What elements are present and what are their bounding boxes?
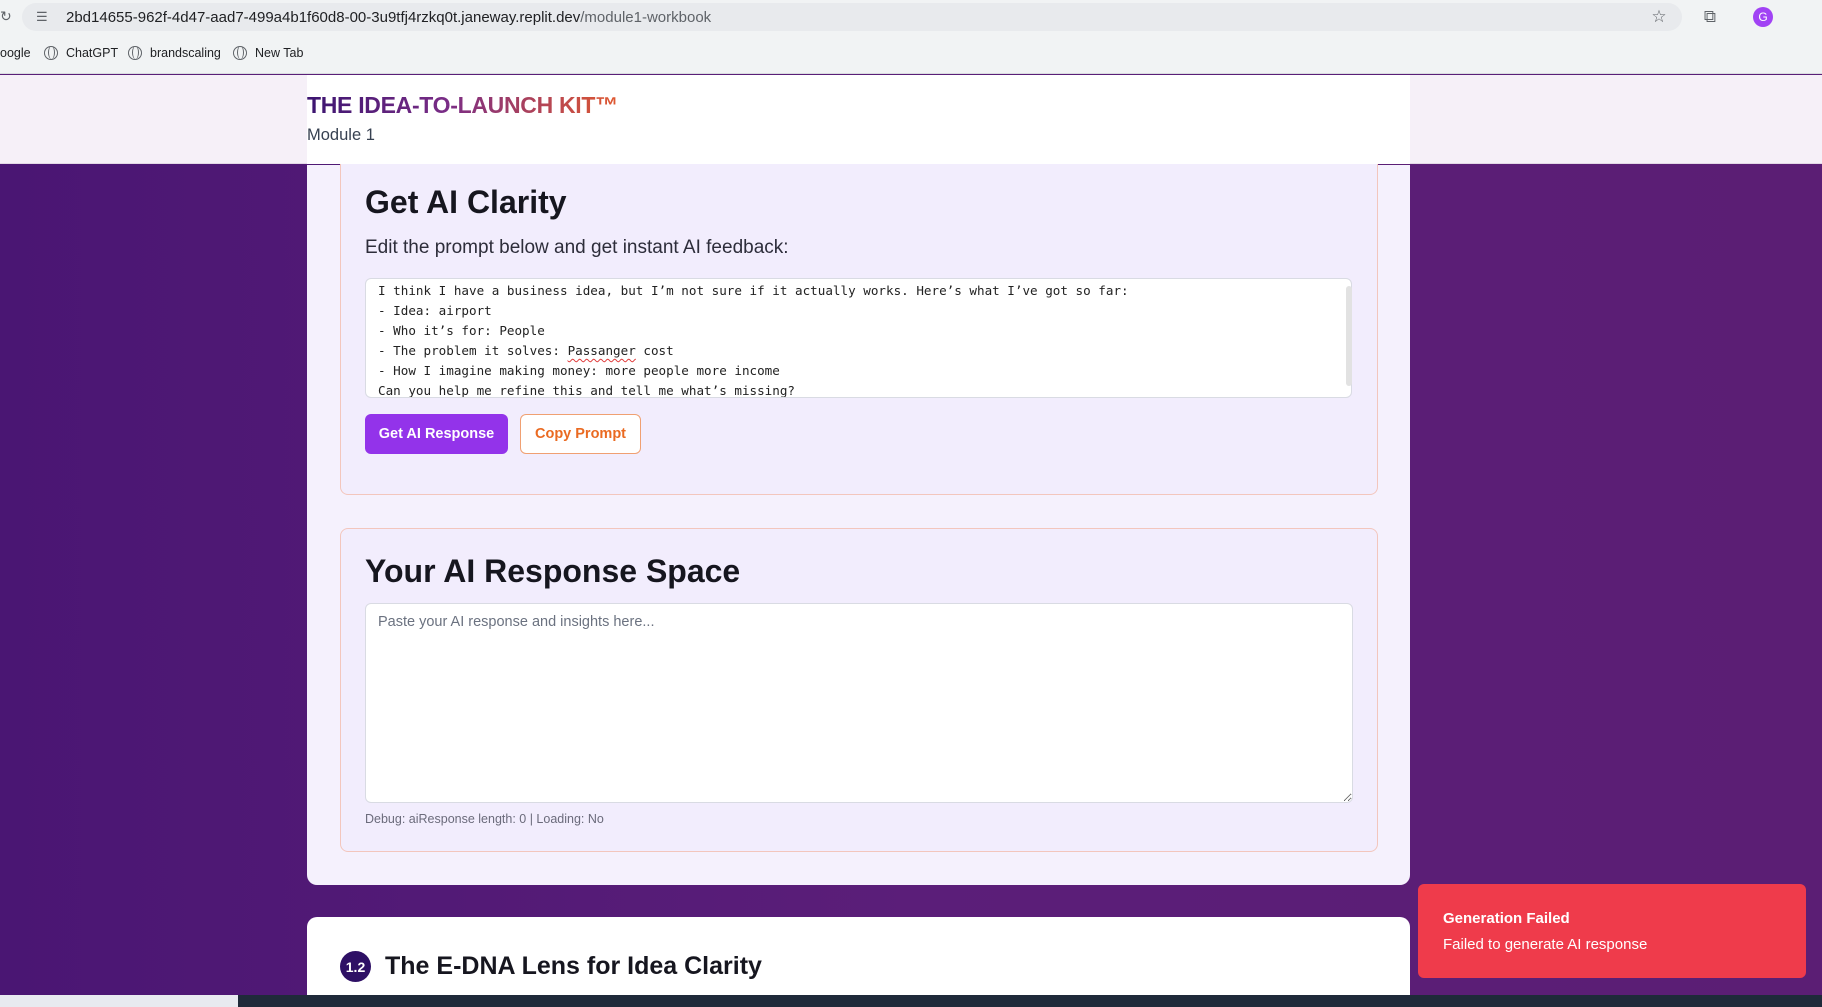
globe-icon xyxy=(128,46,142,60)
get-ai-response-button[interactable]: Get AI Response xyxy=(365,414,508,454)
prompt-line-suffix: cost xyxy=(635,343,674,358)
chatgpt-icon xyxy=(44,46,58,60)
debug-status: Debug: aiResponse length: 0 | Loading: N… xyxy=(365,812,604,826)
star-icon[interactable]: ☆ xyxy=(1648,6,1670,28)
prompt-line-prefix: - The problem it solves: xyxy=(378,343,568,358)
section-title-edna: The E-DNA Lens for Idea Clarity xyxy=(385,952,762,980)
bookmark-label: New Tab xyxy=(255,46,304,60)
section-lead: Edit the prompt below and get instant AI… xyxy=(365,237,789,258)
puzzle-icon[interactable]: ⧉ xyxy=(1699,6,1721,28)
brand-title: THE IDEA-TO-LAUNCH KIT™ xyxy=(307,92,618,118)
module-subtitle: Module 1 xyxy=(307,126,375,144)
copy-prompt-button[interactable]: Copy Prompt xyxy=(520,414,641,454)
error-toast[interactable]: Generation Failed Failed to generate AI … xyxy=(1418,884,1806,978)
prompt-line: - Who it’s for: People xyxy=(378,323,545,338)
address-bar[interactable]: ☰ 2bd14655-962f-4d47-aad7-499a4b1f60d8-0… xyxy=(22,3,1682,31)
toast-message: Failed to generate AI response xyxy=(1443,936,1648,953)
prompt-editor[interactable]: I think I have a business idea, but I’m … xyxy=(365,278,1352,398)
prompt-line: - Idea: airport xyxy=(378,303,492,318)
prompt-line: I think I have a business idea, but I’m … xyxy=(378,283,1129,298)
toast-title: Generation Failed xyxy=(1443,910,1570,927)
browser-toolbar: ↻ ☰ 2bd14655-962f-4d47-aad7-499a4b1f60d8… xyxy=(0,0,1822,34)
bookmark-label: brandscaling xyxy=(150,46,221,60)
section-title-ai-clarity: Get AI Clarity xyxy=(365,184,567,220)
spelling-error: Passanger xyxy=(567,343,636,358)
avatar[interactable]: G xyxy=(1753,7,1773,27)
url-path: /module1-workbook xyxy=(580,8,712,26)
ai-response-textarea[interactable] xyxy=(365,603,1353,803)
prompt-line: Can you help me refine this and tell me … xyxy=(378,383,796,398)
bookmark-brandscaling[interactable]: brandscaling xyxy=(128,46,221,60)
section-number-badge: 1.2 xyxy=(340,951,371,982)
bookmark-chatgpt[interactable]: ChatGPT xyxy=(44,46,118,60)
prompt-line: - The problem it solves: Passanger cost xyxy=(378,341,1339,361)
prompt-scrollbar[interactable] xyxy=(1346,286,1352,386)
url-host: 2bd14655-962f-4d47-aad7-499a4b1f60d8-00-… xyxy=(66,8,581,26)
prompt-line: - How I imagine making money: more peopl… xyxy=(378,363,780,378)
section-title-response: Your AI Response Space xyxy=(365,553,741,589)
os-taskbar xyxy=(0,995,1822,1007)
tune-icon[interactable]: ☰ xyxy=(36,9,52,25)
taskbar-search[interactable] xyxy=(0,995,238,1007)
bookmark-label: ChatGPT xyxy=(66,46,119,60)
bookmark-google[interactable]: oogle xyxy=(0,46,31,60)
globe-icon xyxy=(233,46,247,60)
bookmark-label: oogle xyxy=(0,46,31,60)
header-card xyxy=(307,75,1410,164)
bookmarks-bar: oogle ChatGPT brandscaling New Tab xyxy=(0,34,1822,74)
bookmark-new-tab[interactable]: New Tab xyxy=(233,46,303,60)
reload-icon[interactable]: ↻ xyxy=(0,8,12,25)
